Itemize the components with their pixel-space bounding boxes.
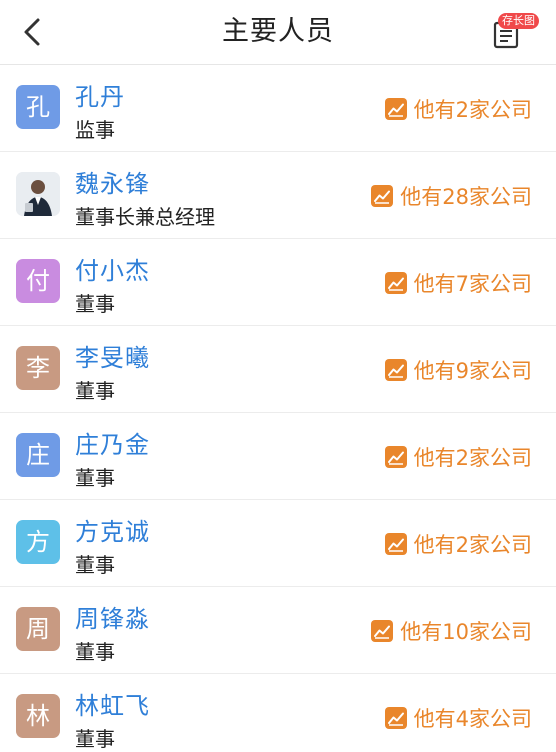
person-name[interactable]: 李旻曦: [75, 338, 150, 373]
person-name[interactable]: 孔丹: [75, 77, 125, 112]
person-row[interactable]: 庄 庄乃金 董事 他有2家公司: [0, 413, 556, 500]
related-companies-link[interactable]: 他有10家公司: [371, 616, 532, 646]
person-row[interactable]: 周 周锋淼 董事 他有10家公司: [0, 587, 556, 674]
companies-count-label: 他有28家公司: [400, 185, 532, 209]
person-role: 监事: [75, 118, 115, 142]
person-name[interactable]: 周锋淼: [75, 599, 150, 634]
person-role: 董事: [75, 727, 115, 751]
person-role: 董事: [75, 553, 115, 577]
person-row[interactable]: 方 方克诚 董事 他有2家公司: [0, 500, 556, 587]
person-role: 董事: [75, 466, 115, 490]
person-name[interactable]: 魏永锋: [75, 164, 150, 199]
related-companies-link[interactable]: 他有2家公司: [384, 529, 532, 559]
person-role: 董事: [75, 379, 115, 403]
screen: 主要人员 存长图 孔 孔丹 监事 他有2家公司 魏永锋 董事长兼总经理 他有28…: [0, 0, 556, 752]
trend-chart-icon: [384, 272, 407, 294]
person-name[interactable]: 方克诚: [75, 512, 150, 547]
companies-count-label: 他有4家公司: [413, 707, 532, 731]
avatar: 方: [16, 520, 60, 564]
companies-count-label: 他有2家公司: [413, 533, 532, 557]
related-companies-link[interactable]: 他有2家公司: [384, 442, 532, 472]
page-title: 主要人员: [222, 16, 334, 47]
companies-count-label: 他有2家公司: [413, 98, 532, 122]
avatar: 孔: [16, 85, 60, 129]
trend-chart-icon: [384, 533, 407, 555]
avatar: 周: [16, 607, 60, 651]
companies-count-label: 他有10家公司: [400, 620, 532, 644]
avatar: 庄: [16, 433, 60, 477]
avatar: 林: [16, 694, 60, 738]
person-name[interactable]: 付小杰: [75, 251, 150, 286]
companies-count-label: 他有7家公司: [413, 272, 532, 296]
trend-chart-icon: [384, 98, 407, 120]
related-companies-link[interactable]: 他有4家公司: [384, 703, 532, 733]
person-name[interactable]: 林虹飞: [75, 686, 150, 721]
companies-count-label: 他有2家公司: [413, 446, 532, 470]
person-row[interactable]: 付 付小杰 董事 他有7家公司: [0, 239, 556, 326]
related-companies-link[interactable]: 他有7家公司: [384, 268, 532, 298]
person-role: 董事: [75, 640, 115, 664]
companies-count-label: 他有9家公司: [413, 359, 532, 383]
person-row[interactable]: 魏永锋 董事长兼总经理 他有28家公司: [0, 152, 556, 239]
person-name[interactable]: 庄乃金: [75, 425, 150, 460]
trend-chart-icon: [384, 446, 407, 468]
related-companies-link[interactable]: 他有2家公司: [384, 94, 532, 124]
person-row[interactable]: 李 李旻曦 董事 他有9家公司: [0, 326, 556, 413]
avatar: 李: [16, 346, 60, 390]
trend-chart-icon: [384, 707, 407, 729]
save-long-image-button[interactable]: 存长图: [492, 13, 539, 55]
person-role: 董事长兼总经理: [75, 205, 215, 229]
related-companies-link[interactable]: 他有28家公司: [371, 181, 532, 211]
related-companies-link[interactable]: 他有9家公司: [384, 355, 532, 385]
trend-chart-icon: [371, 185, 394, 207]
save-badge: 存长图: [498, 13, 539, 29]
trend-chart-icon: [371, 620, 394, 642]
person-role: 董事: [75, 292, 115, 316]
person-row[interactable]: 孔 孔丹 监事 他有2家公司: [0, 65, 556, 152]
avatar: 付: [16, 259, 60, 303]
people-list: 孔 孔丹 监事 他有2家公司 魏永锋 董事长兼总经理 他有28家公司 付 付小杰…: [0, 65, 556, 752]
trend-chart-icon: [384, 359, 407, 381]
avatar-photo: [16, 172, 60, 216]
person-row[interactable]: 林 林虹飞 董事 他有4家公司: [0, 674, 556, 752]
nav-bar: 主要人员 存长图: [0, 0, 556, 65]
person-photo-icon: [16, 172, 60, 216]
